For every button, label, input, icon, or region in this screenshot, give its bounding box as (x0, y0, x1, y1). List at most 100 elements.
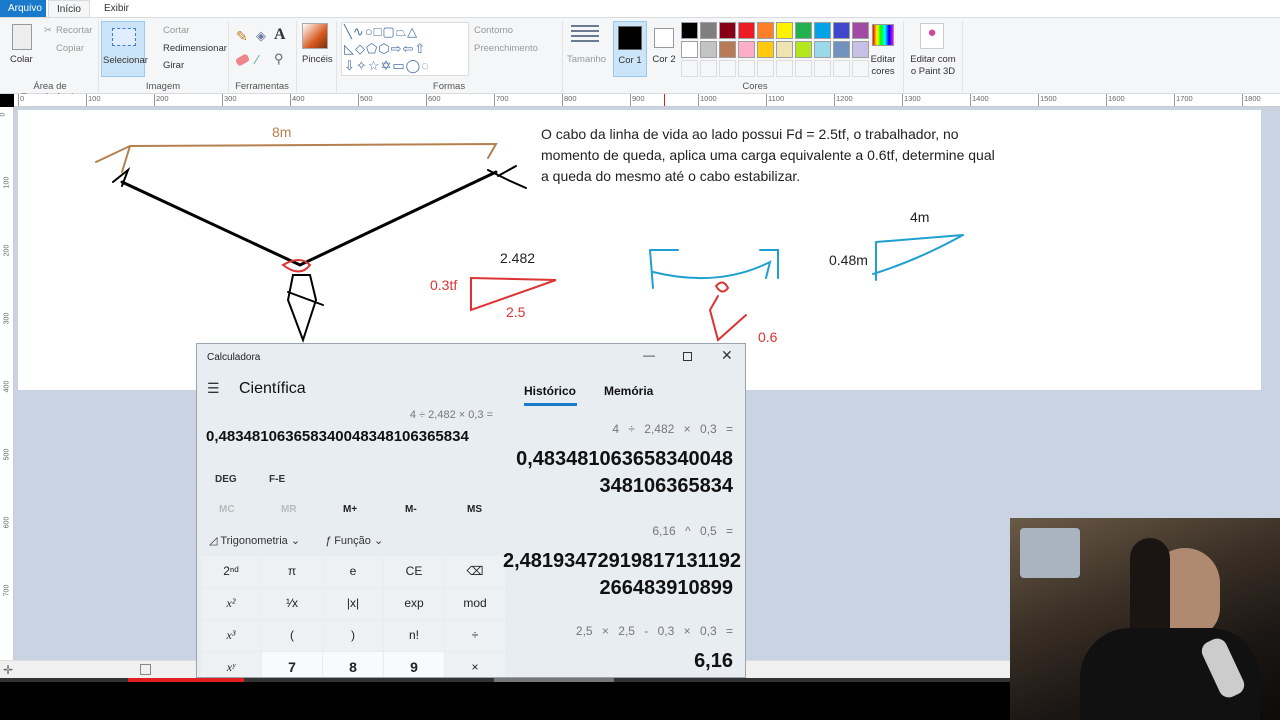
palette-swatch-empty[interactable] (795, 60, 812, 77)
paste-button[interactable]: Colar (10, 54, 33, 65)
tab-file[interactable]: Arquivo (0, 0, 46, 17)
edit-colors-button[interactable]: Editar cores (870, 54, 896, 78)
key-button[interactable]: xʸ (201, 652, 261, 677)
history-result[interactable]: 0,483481063658340048 348106365834 (503, 446, 733, 500)
palette-swatch[interactable] (795, 22, 812, 39)
key-button[interactable]: × (445, 652, 505, 677)
trigonometry-dropdown[interactable]: ◿ Trigonometria ⌄ (209, 534, 300, 547)
fe-button[interactable]: F-E (269, 474, 285, 485)
key-button[interactable]: ÷ (445, 620, 505, 651)
eraser-icon[interactable] (234, 53, 251, 67)
rotate-button[interactable]: Girar (163, 60, 184, 71)
key-button[interactable]: 8 (323, 652, 383, 677)
pencil-icon[interactable]: ✎ (236, 28, 248, 45)
palette-swatch[interactable] (719, 22, 736, 39)
outline-button[interactable]: Contorno (474, 25, 513, 36)
palette-swatch[interactable] (852, 22, 869, 39)
cut-button[interactable]: Recortar (56, 25, 92, 36)
deg-button[interactable]: DEG (215, 474, 237, 485)
key-button[interactable]: x³ (201, 620, 261, 651)
horizontal-ruler: 0 100 200 300 400 500 600 700 800 900 1000 1100 1200… (14, 94, 1280, 107)
palette-swatch[interactable] (757, 22, 774, 39)
tab-home[interactable]: Início (48, 0, 90, 17)
palette-swatch[interactable] (738, 22, 755, 39)
memory-button-ms[interactable]: MS (467, 504, 482, 515)
key-button[interactable]: 7 (262, 652, 322, 677)
palette-swatch[interactable] (757, 41, 774, 58)
palette-swatch-empty[interactable] (833, 60, 850, 77)
color1-button[interactable]: Cor 1 (613, 21, 647, 77)
memory-button-mc[interactable]: MC (219, 504, 235, 515)
palette-swatch[interactable] (776, 22, 793, 39)
shapes-gallery[interactable]: ╲∿○□▢⏢△ ◺◇⬠⬡⇨⇦⇧ ⇩✧☆✡▭◯◌ (341, 22, 469, 76)
history-expression[interactable]: 6,16 ^ 0,5 = (652, 524, 733, 538)
close-button[interactable]: ✕ (721, 347, 733, 364)
palette-swatch-empty[interactable] (852, 60, 869, 77)
select-button[interactable]: Selecionar (101, 21, 148, 77)
magnifier-icon[interactable]: ⚲ (274, 51, 284, 67)
palette-swatch-empty[interactable] (681, 60, 698, 77)
menu-icon[interactable]: ☰ (207, 380, 220, 397)
palette-swatch-empty[interactable] (757, 60, 774, 77)
size-button[interactable]: Tamanho (567, 54, 606, 65)
palette-swatch[interactable] (776, 41, 793, 58)
memory-button-mplus[interactable]: M+ (343, 504, 357, 515)
key-button[interactable]: |x| (323, 588, 383, 619)
key-button[interactable]: CE (384, 556, 444, 587)
ruler-label: 300 (3, 312, 11, 325)
crop-button[interactable]: Cortar (163, 25, 189, 36)
color-picker-icon[interactable]: ⁄ (256, 52, 258, 67)
resize-button[interactable]: Redimensionar (163, 43, 227, 54)
ruler-label: 700 (494, 94, 509, 106)
tab-view[interactable]: Exibir (96, 0, 137, 17)
text-icon[interactable]: A (274, 26, 286, 44)
tab-history[interactable]: Histórico (524, 384, 576, 398)
palette-swatch[interactable] (814, 22, 831, 39)
history-result[interactable]: 2,48193472919817131192 266483910899 (503, 548, 741, 602)
fill-icon[interactable]: ◈ (256, 28, 266, 44)
fill-button[interactable]: Preenchimento (474, 43, 538, 54)
palette-swatch[interactable] (795, 41, 812, 58)
key-button[interactable]: ) (323, 620, 383, 651)
palette-swatch-empty[interactable] (700, 60, 717, 77)
palette-swatch[interactable] (681, 22, 698, 39)
key-button[interactable]: ¹⁄x (262, 588, 322, 619)
color2-button[interactable]: Cor 2 (652, 21, 678, 77)
key-button[interactable]: x² (201, 588, 261, 619)
palette-swatch[interactable] (814, 41, 831, 58)
palette-swatch[interactable] (681, 41, 698, 58)
palette-swatch-empty[interactable] (719, 60, 736, 77)
palette-swatch-empty[interactable] (738, 60, 755, 77)
palette-swatch-empty[interactable] (776, 60, 793, 77)
key-button[interactable]: e (323, 556, 383, 587)
key-button[interactable]: exp (384, 588, 444, 619)
palette-swatch[interactable] (719, 41, 736, 58)
key-button[interactable]: mod (445, 588, 505, 619)
paint3d-button[interactable]: Editar com o Paint 3D (908, 54, 958, 78)
key-button[interactable]: n! (384, 620, 444, 651)
key-button[interactable]: ( (262, 620, 322, 651)
maximize-button[interactable] (683, 352, 692, 361)
history-expression[interactable]: 4 ÷ 2,482 × 0,3 = (612, 422, 733, 436)
palette-swatch-empty[interactable] (814, 60, 831, 77)
key-button[interactable]: 9 (384, 652, 444, 677)
palette-swatch[interactable] (833, 22, 850, 39)
history-expression[interactable]: 2,5 × 2,5 - 0,3 × 0,3 = (576, 624, 733, 638)
key-button[interactable]: 2ⁿᵈ (201, 556, 261, 587)
palette-swatch[interactable] (852, 41, 869, 58)
minimize-button[interactable]: ― (643, 348, 655, 362)
palette-swatch[interactable] (700, 22, 717, 39)
memory-button-mminus[interactable]: M- (405, 504, 417, 515)
memory-button-mr[interactable]: MR (281, 504, 297, 515)
tab-memory[interactable]: Memória (604, 384, 653, 398)
palette-swatch[interactable] (738, 41, 755, 58)
key-button[interactable]: π (262, 556, 322, 587)
palette-swatch[interactable] (700, 41, 717, 58)
palette-swatch[interactable] (833, 41, 850, 58)
video-progress-bar[interactable] (0, 678, 1010, 682)
history-result[interactable]: 6,16 (503, 648, 733, 675)
brushes-button[interactable]: Pincéis (302, 54, 333, 65)
copy-button[interactable]: Copiar (56, 43, 84, 54)
function-dropdown[interactable]: ƒ Função ⌄ (325, 534, 383, 547)
key-button[interactable]: ⌫ (445, 556, 505, 587)
